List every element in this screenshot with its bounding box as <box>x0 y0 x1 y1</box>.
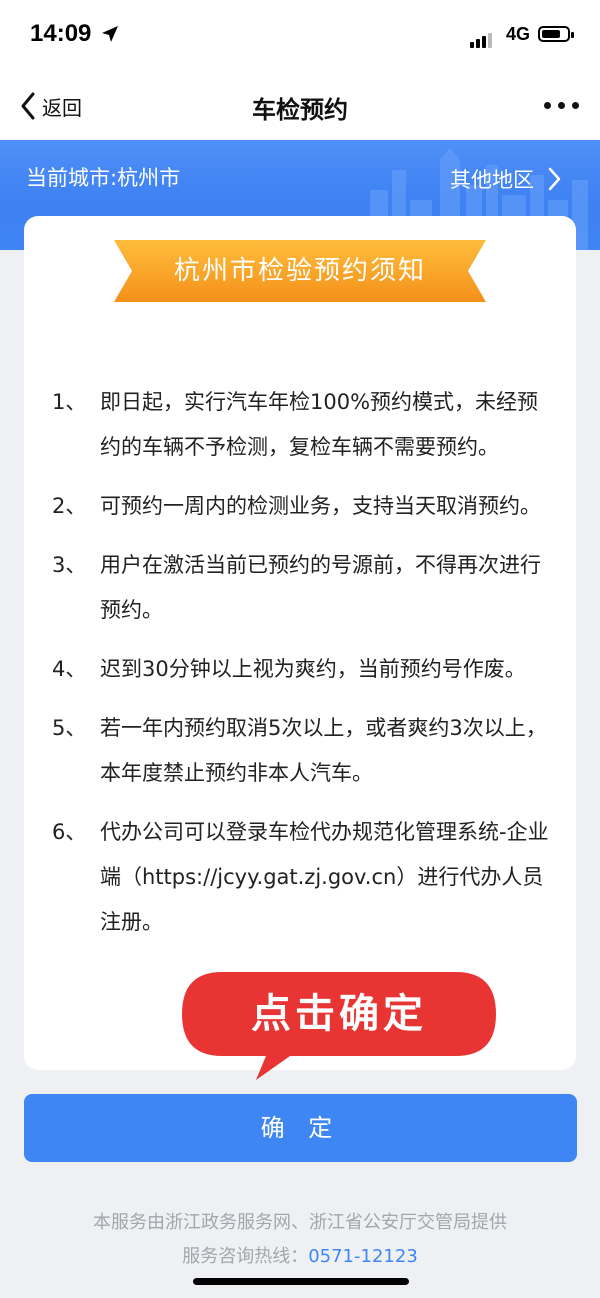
notice-card: 杭州市检验预约须知 1、 即日起，实行汽车年检100%预约模式，未经预约的车辆不… <box>24 216 576 1070</box>
list-item: 5、 若一年内预约取消5次以上，或者爽约3次以上，本年度禁止预约非本人汽车。 <box>52 716 547 785</box>
confirm-button[interactable]: 确 定 <box>24 1094 577 1162</box>
notice-title: 杭州市检验预约须知 <box>173 256 426 286</box>
other-regions-label: 其他地区 <box>450 168 534 192</box>
hotline: 服务咨询热线：0571-12123 <box>0 1242 600 1268</box>
rules-list: 1、 即日起，实行汽车年检100%预约模式，未经预约的车辆不予检测，复检车辆不需… <box>52 380 552 959</box>
location-arrow-icon <box>102 26 118 42</box>
page-title: 车检预约 <box>252 96 348 124</box>
list-item: 2、 可预约一周内的检测业务，支持当天取消预约。 <box>52 494 541 518</box>
list-item: 1、 即日起，实行汽车年检100%预约模式，未经预约的车辆不予检测，复检车辆不需… <box>52 390 539 459</box>
list-item: 4、 迟到30分钟以上视为爽约，当前预约号作废。 <box>52 657 526 681</box>
hotline-label: 服务咨询热线： <box>182 1246 309 1267</box>
battery-icon <box>538 26 574 42</box>
other-regions-link[interactable]: 其他地区 <box>450 164 564 194</box>
status-time: 14:09 <box>30 20 92 47</box>
status-bar: 14:09 4G <box>0 0 600 72</box>
hotline-number[interactable]: 0571-12123 <box>308 1246 418 1267</box>
list-item: 6、 代办公司可以登录车检代办规范化管理系统-企业端（https://jcyy.… <box>52 820 549 934</box>
callout-text: 点击确定 <box>251 991 427 1037</box>
chevron-right-icon <box>548 167 561 191</box>
provider-note: 本服务由浙江政务服务网、浙江省公安厅交管局提供 <box>93 1212 507 1233</box>
current-city: 当前城市:杭州市 <box>26 166 181 190</box>
network-type: 4G <box>506 24 531 44</box>
nav-bar: 返回 车检预约 <box>0 72 600 140</box>
more-menu-icon[interactable] <box>544 102 579 109</box>
home-indicator[interactable] <box>193 1278 409 1285</box>
list-item: 3、 用户在激活当前已预约的号源前，不得再次进行预约。 <box>52 553 541 622</box>
signal-icon <box>470 29 494 48</box>
